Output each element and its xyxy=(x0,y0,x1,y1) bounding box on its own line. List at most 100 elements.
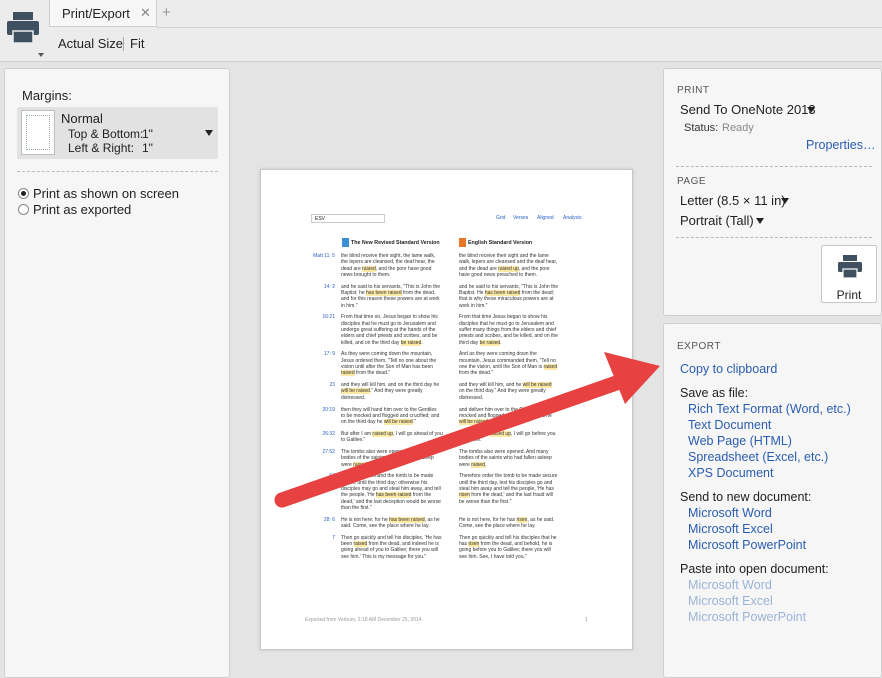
left-right-label: Left & Right: xyxy=(68,141,135,155)
option-print-as-exported[interactable]: Print as exported xyxy=(33,202,131,217)
actual-size-button[interactable]: Actual Size xyxy=(58,36,123,51)
preview-verse-line: From that time on, Jesus began to show h… xyxy=(341,314,438,321)
add-tab-icon[interactable]: + xyxy=(162,4,171,21)
preview-link-verses: Verses xyxy=(513,215,529,221)
send-word-link[interactable]: Microsoft Word xyxy=(688,506,772,520)
preview-verse-line: going ahead of you to Galilee; there you… xyxy=(341,547,439,554)
preview-verse-ref: 23 xyxy=(329,382,335,389)
export-xps-link[interactable]: XPS Document xyxy=(688,466,773,480)
paste-powerpoint-link: Microsoft PowerPoint xyxy=(688,610,807,624)
chevron-down-icon xyxy=(205,130,213,136)
printer-icon[interactable] xyxy=(4,10,44,60)
orientation-dropdown[interactable]: Portrait (Tall) xyxy=(680,213,754,228)
send-powerpoint-link[interactable]: Microsoft PowerPoint xyxy=(688,538,806,552)
preview-verse-text-right: From that time Jesus began to show his di… xyxy=(459,314,569,346)
preview-verse-line: to Galilee." xyxy=(459,437,484,444)
preview-verse-text-left: Then go quickly and tell his disciples, … xyxy=(341,535,451,560)
preview-verse-line: distressed. xyxy=(459,394,484,401)
copy-to-clipboard-link[interactable]: Copy to clipboard xyxy=(680,362,777,376)
close-icon[interactable]: ✕ xyxy=(140,5,151,21)
preview-verse-line: walk, lepers are cleansed and the deaf h… xyxy=(459,259,558,266)
preview-verse-line: be worse than the first." xyxy=(459,498,512,505)
preview-verse-text-right: But after I am raised up, I will go befo… xyxy=(459,430,569,444)
preview-verse-text-right: And as they were coming down the mountain… xyxy=(459,351,569,376)
preview-verse-text-right: and deliver him over to the Gentiles to … xyxy=(459,407,569,426)
preview-verse-line: and for this reason these powers are at … xyxy=(341,296,440,303)
paste-into-open-document-label: Paste into open document: xyxy=(680,562,829,576)
preview-verse-line: were raised. xyxy=(341,461,369,468)
export-html-link[interactable]: Web Page (HTML) xyxy=(688,434,792,448)
paper-size-dropdown[interactable]: Letter (8.5 × 11 in) xyxy=(680,193,786,208)
preview-verse-line: the lepers are cleansed, the deaf hear, … xyxy=(341,259,435,266)
print-section-title: PRINT xyxy=(677,85,710,96)
preview-verse-line: then they will hand him over to the Gent… xyxy=(341,406,437,413)
export-spreadsheet-link[interactable]: Spreadsheet (Excel, etc.) xyxy=(688,450,828,464)
top-bottom-label: Top & Bottom: xyxy=(68,127,144,141)
preview-link-aligned: Aligned xyxy=(537,215,554,221)
preview-verse-text-left: He is not here; for he has been raised, … xyxy=(341,516,451,530)
radio-print-as-shown[interactable] xyxy=(18,188,29,199)
preview-verse-text-left: From that time on, Jesus began to show h… xyxy=(341,314,451,346)
export-section-title: EXPORT xyxy=(677,341,721,352)
margins-label: Margins: xyxy=(22,88,72,103)
printer-dropdown[interactable]: Send To OneNote 2013 xyxy=(680,102,816,117)
preview-verse-ref: 28: 6 xyxy=(323,516,335,523)
divider xyxy=(676,166,872,167)
preview-verse-line: Come, see the place where he lay. xyxy=(459,522,536,529)
preview-verse-line: have good news preached to them. xyxy=(459,271,538,278)
export-rtf-link[interactable]: Rich Text Format (Word, etc.) xyxy=(688,402,851,416)
preview-verse-line: said. Come, see the place where he lay. xyxy=(341,522,430,529)
preview-verse-ref: 20:19 xyxy=(322,406,335,413)
preview-footer-right: 1 xyxy=(585,617,588,623)
toolbar-separator xyxy=(123,37,124,51)
chevron-down-icon[interactable] xyxy=(781,198,789,204)
status-label: Status: xyxy=(684,122,719,134)
preview-verse-text-right: He is not here, for he has risen, as he … xyxy=(459,516,569,530)
preview-verse-ref: 16:21 xyxy=(322,314,335,321)
printer-icon xyxy=(838,255,862,279)
preview-verse-line: in him." xyxy=(341,302,358,309)
preview-verse-text-right: and he said to his servants, "This is Jo… xyxy=(459,284,569,309)
margins-dropdown[interactable]: Normal Top & Bottom: 1" Left & Right: 1" xyxy=(17,107,218,159)
preview-heading-left: The New Revised Standard Version xyxy=(351,240,440,246)
tab-label: Print/Export xyxy=(62,6,130,21)
send-excel-link[interactable]: Microsoft Excel xyxy=(688,522,773,536)
tab-print-export[interactable]: Print/Export ✕ xyxy=(49,0,157,27)
preview-verse-text-right: and they will kill him, and he will be r… xyxy=(459,382,569,401)
chevron-down-icon[interactable] xyxy=(807,107,815,113)
preview-verse-text-left: Therefore command the tomb to be made sec… xyxy=(341,473,451,511)
preview-verse-line: work in him." xyxy=(459,302,488,309)
export-panel: EXPORT Copy to clipboard Save as file: R… xyxy=(663,323,882,678)
preview-verse-line: see him. See, I have told you." xyxy=(459,553,527,560)
preview-verse-text-left: But after I am raised up, I will go ahea… xyxy=(341,430,451,444)
preview-verse-line: that is why these miraculous powers are … xyxy=(459,296,554,303)
preview-verse-text-right: The tombs also were opened. And many bodi… xyxy=(459,449,569,468)
print-options-panel: Margins: Normal Top & Bottom: 1" Left & … xyxy=(4,68,230,678)
preview-heading-right: English Standard Version xyxy=(468,240,533,246)
preview-verse-text-left: the blind receive their sight, the lame … xyxy=(341,253,451,278)
top-toolbar: Print/Export ✕ + Actual Size Fit xyxy=(0,0,882,62)
preview-verse-line: were raised, xyxy=(459,461,487,468)
paste-word-link: Microsoft Word xyxy=(688,578,772,592)
preview-verse-ref: 27:52 xyxy=(322,449,335,455)
preview-verse-line: third day be raised. xyxy=(459,339,502,346)
left-right-value: 1" xyxy=(142,141,153,155)
option-print-as-shown[interactable]: Print as shown on screen xyxy=(33,186,179,201)
preview-verse-line: risen from the dead,' and the last fraud… xyxy=(459,492,553,499)
status-value: Ready xyxy=(722,122,754,134)
preview-verse-line: Therefore order the tomb to be made secu… xyxy=(459,473,558,480)
preview-verse-line: elders and chief priests and scribes, an… xyxy=(341,333,438,340)
nrsv-badge-icon xyxy=(342,238,349,247)
print-button[interactable]: Print xyxy=(821,245,877,303)
fit-button[interactable]: Fit xyxy=(130,36,144,51)
chevron-down-icon[interactable] xyxy=(756,218,764,224)
preview-verse-text-left: The tombs also were opened, and many bodi… xyxy=(341,449,451,468)
print-panel: PRINT Send To OneNote 2013 Status: Ready… xyxy=(663,68,882,316)
esv-badge-icon xyxy=(459,238,466,247)
preview-verse-ref: Matt 11: 5 xyxy=(313,253,335,259)
radio-print-as-exported[interactable] xyxy=(18,204,29,215)
export-text-link[interactable]: Text Document xyxy=(688,418,771,432)
print-preview-page: ESV Grid Verses Aligned Analysis The New… xyxy=(260,169,633,650)
properties-link[interactable]: Properties… xyxy=(806,138,875,152)
divider xyxy=(17,171,218,172)
